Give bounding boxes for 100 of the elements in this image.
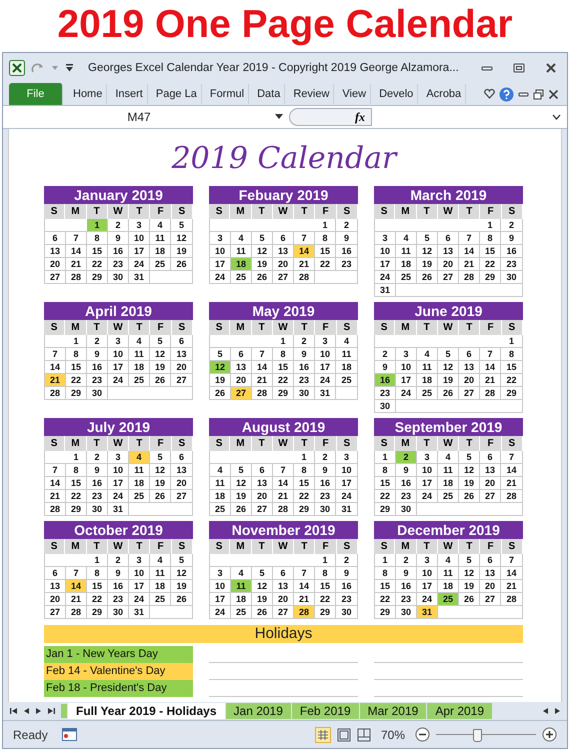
day-cell: 8 <box>315 567 336 579</box>
ribbon-tab[interactable]: Review <box>289 84 334 104</box>
day-cell-text: 3 <box>342 451 350 463</box>
day-cell: 7 <box>45 348 66 360</box>
weekday-cell: S <box>336 436 358 451</box>
scroll-right-icon[interactable] <box>554 707 561 715</box>
day-cell: 12 <box>150 348 171 360</box>
day-cell: 4 <box>210 464 231 476</box>
ribbon-tab[interactable]: Page La <box>152 84 202 104</box>
day-cell: 16 <box>108 580 129 592</box>
day-cell: 6 <box>231 348 252 360</box>
day-cell: 5 <box>459 554 480 566</box>
next-sheet-icon[interactable] <box>35 707 42 715</box>
close-icon[interactable] <box>548 88 559 100</box>
first-sheet-icon[interactable] <box>9 707 18 715</box>
ribbon-tab[interactable]: Data <box>253 84 286 104</box>
day-cell: 15 <box>480 245 501 257</box>
day-cell: 25 <box>396 271 417 283</box>
scroll-left-icon[interactable] <box>542 707 549 715</box>
day-cell: 21 <box>459 258 480 270</box>
sheet-tab[interactable]: Mar 2019 <box>360 703 426 719</box>
day-cell: 29 <box>315 606 336 618</box>
help-icon[interactable] <box>499 86 514 102</box>
day-cell-text: 16 <box>340 580 352 592</box>
sheet-tab[interactable]: Full Year 2019 - Holidays <box>68 703 225 719</box>
day-cell: 14 <box>66 245 87 257</box>
day-cell: 24 <box>210 271 231 283</box>
zoom-in-icon[interactable] <box>542 727 557 742</box>
day-cell: 9 <box>396 464 417 476</box>
ribbon-tab[interactable]: Formul <box>206 84 250 104</box>
normal-view-icon[interactable] <box>314 726 331 742</box>
day-cell: 4 <box>231 232 252 244</box>
day-cell: 10 <box>417 567 438 579</box>
day-cell: 5 <box>438 348 459 360</box>
weekday-cell: W <box>438 204 460 219</box>
day-cell: 22 <box>315 593 336 605</box>
weekday-cell: T <box>129 320 150 335</box>
day-cell: 1 <box>375 554 396 566</box>
day-cell: 14 <box>273 477 294 489</box>
customize-menu-icon[interactable] <box>65 63 74 73</box>
holiday-item: Jan 1 - New Years Day <box>44 646 193 663</box>
day-cell: 17 <box>315 361 336 373</box>
weekday-cell: F <box>480 539 502 554</box>
ribbon-tab[interactable]: Home <box>69 84 108 104</box>
ribbon-tab[interactable]: Develo <box>375 84 418 104</box>
weekday-cell: S <box>336 539 358 554</box>
restore-icon[interactable] <box>533 88 544 100</box>
day-cell: 24 <box>129 593 150 605</box>
day-cell-text: 30 <box>505 271 518 283</box>
weekday-cell: T <box>252 539 273 554</box>
day-cell-text: 6 <box>178 335 185 347</box>
day-cell: 29 <box>375 503 396 515</box>
day-cell: 8 <box>375 464 396 476</box>
weekday-cell: F <box>315 539 337 554</box>
ribbon-tab[interactable]: Acroba <box>422 84 466 104</box>
day-cell: 10 <box>129 232 150 244</box>
name-box[interactable]: M47 <box>9 110 269 124</box>
ribbon-tab[interactable]: View <box>338 84 372 104</box>
day-cell-text: 4 <box>342 335 350 347</box>
day-cell: 29 <box>294 503 315 515</box>
zoom-level[interactable]: 70% <box>380 728 405 742</box>
day-cell: 15 <box>66 477 87 489</box>
day-cell: 9 <box>294 348 315 360</box>
dropdown-icon[interactable] <box>275 114 283 120</box>
macro-record-icon[interactable] <box>62 728 77 741</box>
day-cell: 13 <box>480 567 501 579</box>
zoom-out-icon[interactable] <box>415 727 430 742</box>
day-cell-text: 2 <box>342 554 350 566</box>
day-cell: 12 <box>252 245 273 257</box>
previous-sheet-icon[interactable] <box>23 707 30 715</box>
day-cell-text: 25 <box>340 374 352 386</box>
heart-icon[interactable] <box>484 89 495 99</box>
restore-icon[interactable] <box>513 62 525 74</box>
day-cell: 15 <box>87 245 108 257</box>
ribbon-tab[interactable]: Insert <box>111 84 148 104</box>
slider-thumb[interactable] <box>473 728 482 742</box>
weekday-cell: S <box>172 436 193 451</box>
sheet-tab[interactable]: Feb 2019 <box>292 703 359 719</box>
spreadsheet-logo-icon[interactable] <box>9 60 25 76</box>
sheet-tab[interactable]: Apr 2019 <box>427 703 492 719</box>
close-icon[interactable] <box>545 62 557 74</box>
page-layout-icon[interactable] <box>336 728 351 742</box>
day-cell: 12 <box>252 580 273 592</box>
day-cell: 5 <box>459 451 480 463</box>
day-cell-text: 28 <box>505 593 518 605</box>
page-break-icon[interactable] <box>356 728 371 742</box>
day-cell: 28 <box>66 606 87 618</box>
day-cell-text: 1 <box>508 335 515 347</box>
day-cell: 20 <box>273 593 294 605</box>
expand-icon[interactable] <box>552 114 561 120</box>
day-cell: 3 <box>375 232 396 244</box>
day-cell: 30 <box>87 387 108 399</box>
weekday-cell: S <box>502 436 523 451</box>
day-cell: 22 <box>87 258 108 270</box>
last-sheet-icon[interactable] <box>47 707 56 715</box>
month-title: November 2019 <box>209 521 358 539</box>
day-cell: 12 <box>231 477 252 489</box>
function-button[interactable]: fx <box>355 110 365 124</box>
day-cell: 20 <box>45 258 66 270</box>
sheet-tab[interactable]: Jan 2019 <box>226 703 291 719</box>
